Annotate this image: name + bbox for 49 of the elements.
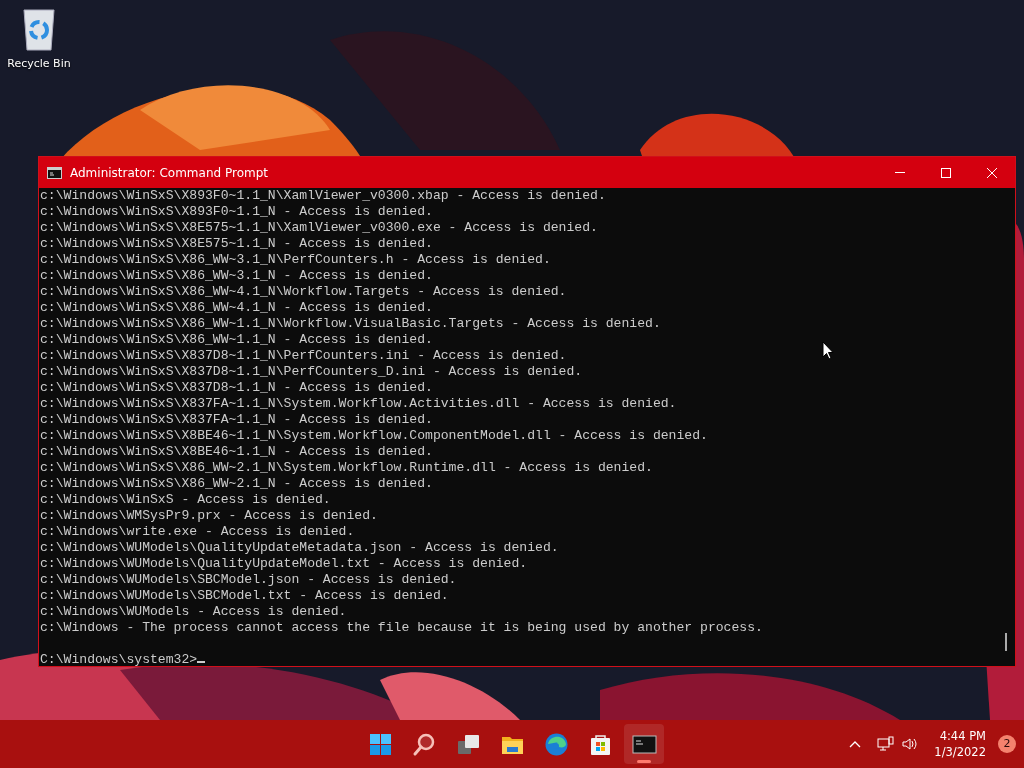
browser-icon: [543, 731, 569, 757]
console-line: c:\Windows\WUModels\SBCModel.txt - Access is denied.: [40, 588, 449, 604]
console-line: c:\Windows\write.exe - Access is denied.: [40, 524, 355, 540]
text-cursor: [197, 661, 206, 663]
console-line: c:\Windows\WinSxS\X86_WW~1.1_N\Workflow.VisualBasic.Targets - Access is denied.: [40, 316, 661, 332]
console-line: c:\Windows\WMSysPr9.prx - Access is denied.: [40, 508, 378, 524]
close-icon: [987, 167, 997, 178]
clock-date[interactable]: 1/3/2022: [934, 744, 986, 760]
console-line: c:\Windows\WUModels\QualityUpdateModel.txt - Access is denied.: [40, 556, 528, 572]
console-line: c:\Windows\WinSxS\X893F0~1.1_N\XamlViewer_v0300.xbap - Access is denied.: [40, 188, 606, 204]
recycle-bin-icon[interactable]: [21, 8, 57, 52]
window-title: Administrator: Command Prompt: [70, 164, 269, 182]
console-line: c:\Windows\WinSxS - Access is denied.: [40, 492, 331, 508]
mouse-pointer-icon: [822, 341, 834, 360]
chevron-up-icon[interactable]: [849, 740, 862, 748]
notification-badge[interactable]: 2: [998, 735, 1016, 753]
console-line: c:\Windows\WinSxS\X86_WW~3.1_N\PerfCounters.h - Access is denied.: [40, 252, 551, 268]
speaker-icon[interactable]: [902, 737, 919, 751]
terminal-icon: [47, 166, 62, 179]
search-icon: [411, 731, 437, 757]
console-line: c:\Windows\WinSxS\X8E575~1.1_N - Access is denied.: [40, 236, 433, 252]
console-line: c:\Windows\WUModels - Access is denied.: [40, 604, 347, 620]
scrollbar-thumb[interactable]: [1005, 633, 1007, 651]
console-line: c:\Windows\WUModels\QualityUpdateMetadata.json - Access is denied.: [40, 540, 559, 556]
console-line: c:\Windows\WinSxS\X8BE46~1.1_N - Access is denied.: [40, 444, 433, 460]
desktop-icon-label[interactable]: Recycle Bin: [7, 56, 71, 73]
console-line: c:\Windows\WinSxS\X8BE46~1.1_N\System.Workflow.ComponentModel.dll - Access is denied.: [40, 428, 708, 444]
taskbar-button[interactable]: [624, 724, 664, 764]
console-line: c:\Windows\WinSxS\X86_WW~2.1_N\System.Workflow.Runtime.dll - Access is denied.: [40, 460, 653, 476]
console-line: c:\Windows\WinSxS\X86_WW~3.1_N - Access is denied.: [40, 268, 433, 284]
console-line: c:\Windows\WinSxS\X837D8~1.1_N - Access is denied.: [40, 380, 433, 396]
console-line: c:\Windows\WinSxS\X8E575~1.1_N\XamlViewer_v0300.exe - Access is denied.: [40, 220, 598, 236]
minimize-icon: [895, 172, 905, 173]
console-line: c:\Windows\WinSxS\X837FA~1.1_N\System.Workflow.Activities.dll - Access is denied.: [40, 396, 677, 412]
console-line: c:\Windows - The process cannot access the file because it is being used by another process.: [40, 620, 763, 636]
console-line: c:\Windows\WinSxS\X86_WW~2.1_N - Access is denied.: [40, 476, 433, 492]
console-line: c:\Windows\WinSxS\X86_WW~4.1_N\Workflow.Targets - Access is denied.: [40, 284, 567, 300]
command-prompt[interactable]: C:\Windows\system32>: [40, 652, 198, 668]
console-line: c:\Windows\WinSxS\X837D8~1.1_N\PerfCounters.ini - Access is denied.: [40, 348, 567, 364]
windows-logo-icon: [367, 731, 393, 757]
network-icon[interactable]: [877, 736, 895, 752]
console-line: c:\Windows\WinSxS\X86_WW~4.1_N - Access is denied.: [40, 300, 433, 316]
console-line: c:\Windows\WinSxS\X837FA~1.1_N - Access is denied.: [40, 412, 433, 428]
clock-time[interactable]: 4:44 PM: [934, 728, 986, 744]
console-line: c:\Windows\WUModels\SBCModel.json - Access is denied.: [40, 572, 457, 588]
console-line: c:\Windows\WinSxS\X86_WW~1.1_N - Access is denied.: [40, 332, 433, 348]
console-line: c:\Windows\WinSxS\X893F0~1.1_N - Access is denied.: [40, 204, 433, 220]
console-line: c:\Windows\WinSxS\X837D8~1.1_N\PerfCounters_D.ini - Access is denied.: [40, 364, 583, 380]
maximize-icon: [941, 167, 951, 178]
